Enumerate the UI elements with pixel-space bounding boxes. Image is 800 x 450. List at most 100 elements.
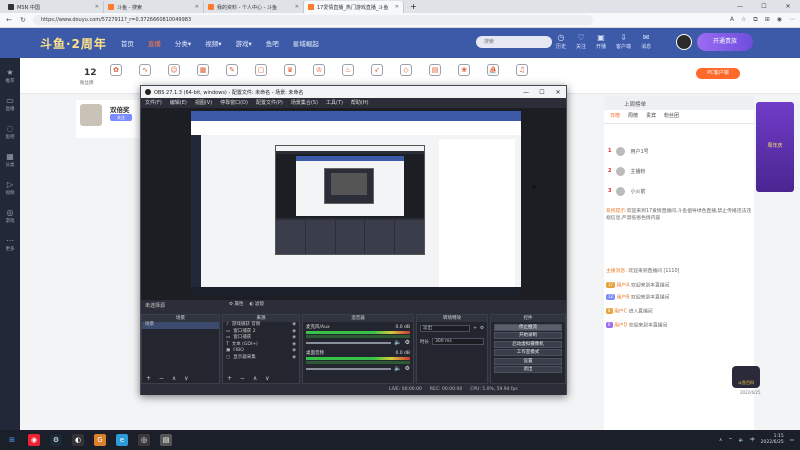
sidebar-item-more[interactable]: ⋯ 更多 — [6, 236, 15, 252]
maximize-button[interactable]: ☐ — [534, 89, 550, 96]
browser-tab[interactable]: MSN 中国 ✕ — [4, 1, 104, 13]
activity-item[interactable]: ◇ — [400, 64, 412, 76]
pc-client-button[interactable]: PC客户端 — [696, 68, 740, 79]
follow-button[interactable]: ♡ 关注 — [576, 33, 586, 50]
menu-help[interactable]: 帮助(H) — [351, 98, 369, 108]
streamer-name[interactable]: 双倍奖 — [110, 104, 130, 114]
url-input[interactable]: https://www.douyu.com/5727911?_r=0.37266… — [33, 15, 593, 25]
promo-banner[interactable]: 周年庆 — [756, 102, 794, 192]
properties-button[interactable]: ⚙ 属性 — [229, 301, 243, 307]
activity-item[interactable]: ♔ — [313, 64, 325, 76]
exit-button[interactable]: 退出 — [494, 366, 562, 373]
menu-view[interactable]: 视图(V) — [195, 98, 212, 108]
source-item[interactable]: ▢ 显示器采集 ◉ — [223, 355, 299, 362]
avatar[interactable] — [676, 34, 692, 50]
notification-icon[interactable]: ▭ — [790, 438, 794, 443]
gear-icon[interactable]: ⚙ — [405, 339, 410, 346]
activity-item[interactable]: ⛵ — [487, 64, 499, 76]
refresh-icon[interactable]: ↻ — [19, 16, 27, 24]
menu-tools[interactable]: 工具(T) — [326, 98, 343, 108]
transition-select[interactable]: 淡出 — [420, 325, 471, 332]
edge-icon[interactable]: e — [116, 434, 128, 446]
tab-fans[interactable]: 粉丝团 — [664, 112, 679, 123]
douyu-logo[interactable]: 斗鱼·2周年 — [40, 35, 107, 52]
speaker-icon[interactable]: 🔈 — [394, 339, 401, 346]
streamer-follow-badge[interactable]: 关注 — [110, 114, 132, 121]
extensions-icon[interactable]: ⊞ — [765, 16, 770, 24]
scene-item[interactable]: 场景 — [142, 322, 219, 329]
menu-docks[interactable]: 停靠窗口(D) — [220, 98, 248, 108]
nav-item[interactable]: 视频▾ — [205, 38, 221, 48]
tab-vip[interactable]: 贵宾 — [646, 112, 656, 123]
menu-edit[interactable]: 编辑(E) — [170, 98, 187, 108]
activity-item[interactable]: ✎ — [226, 64, 238, 76]
activity-item[interactable]: ❀ — [458, 64, 470, 76]
eye-icon[interactable]: ◉ — [292, 355, 296, 362]
streamer-avatar[interactable] — [80, 104, 102, 126]
rank-row[interactable]: 1 用户1号 — [608, 144, 649, 158]
clock[interactable]: 1:15 2022/6/25 — [761, 434, 784, 446]
font-icon[interactable]: A — [730, 16, 734, 24]
steam-icon[interactable]: ⚙ — [50, 434, 62, 446]
tab-day[interactable]: 日榜 — [610, 112, 620, 123]
nav-item[interactable]: 首页 — [121, 38, 134, 48]
gear-icon[interactable]: ⚙ — [405, 365, 410, 372]
duration-input[interactable]: 300 ms — [432, 338, 484, 345]
speaker-icon[interactable]: 🔈 — [394, 365, 401, 372]
activity-item[interactable]: ▦ — [197, 64, 209, 76]
floating-badge[interactable]: 斗鱼百科 — [732, 366, 760, 388]
menu-scene-collection[interactable]: 场景集合(S) — [291, 98, 318, 108]
volume-slider[interactable] — [306, 341, 392, 344]
activity-item[interactable]: ✿ — [110, 64, 122, 76]
search-input[interactable]: 搜索 — [476, 36, 552, 48]
dock-toolbar[interactable]: + − ∧ ∨ — [223, 375, 299, 383]
minimize-button[interactable]: — — [518, 89, 534, 96]
sidebar-item-category[interactable]: ▦ 分类 — [6, 152, 15, 168]
network-icon[interactable]: ⌔ — [728, 437, 732, 443]
app-icon[interactable]: ◐ — [72, 434, 84, 446]
vip-button[interactable]: 开通贵族 — [697, 33, 753, 51]
close-icon[interactable]: ✕ — [95, 4, 99, 10]
nav-item-active[interactable]: 直播 — [148, 38, 161, 48]
sidebar-item-video[interactable]: ▷ 视频 — [6, 180, 15, 196]
file-explorer-icon[interactable]: ▤ — [160, 434, 172, 446]
close-icon[interactable]: ✕ — [195, 4, 199, 10]
add-icon[interactable]: + — [473, 326, 477, 331]
activity-item[interactable]: ♨ — [342, 64, 354, 76]
rank-header[interactable]: 上周榜单 — [604, 96, 754, 110]
client-button[interactable]: ⇩ 客户端 — [616, 33, 631, 50]
sidebar-item-game[interactable]: ◎ 游戏 — [6, 208, 15, 224]
obs-preview[interactable] — [141, 108, 566, 300]
game-icon[interactable]: G — [94, 434, 106, 446]
chevron-up-icon[interactable]: ∧ — [719, 438, 722, 443]
rank-row[interactable]: 2 主播粉 — [608, 164, 646, 178]
volume-icon[interactable]: 🔈 — [739, 438, 745, 443]
profile-icon[interactable]: ◉ — [777, 16, 782, 24]
nav-item[interactable]: 鱼吧 — [266, 38, 279, 48]
sidebar-item-fishbar[interactable]: ◌ 鱼吧 — [6, 124, 15, 140]
activity-item[interactable]: ▢ — [255, 64, 267, 76]
activity-item[interactable]: ▤ — [429, 64, 441, 76]
history-button[interactable]: ◷ 历史 — [556, 33, 566, 50]
menu-icon[interactable]: ⋯ — [789, 16, 795, 24]
browser-tab[interactable]: 我的资料 - 个人中心 - 斗鱼 ✕ — [204, 1, 304, 13]
new-tab-button[interactable]: + — [404, 1, 423, 13]
maximize-button[interactable]: ☐ — [752, 0, 776, 13]
rank-row[interactable]: 3 小火箭 — [608, 184, 646, 198]
activity-item[interactable]: ☺ — [168, 64, 180, 76]
browser-tab[interactable]: 斗鱼 - 搜索 ✕ — [104, 1, 204, 13]
close-icon[interactable]: ✕ — [395, 4, 399, 10]
close-icon[interactable]: ✕ — [295, 4, 299, 10]
activity-item[interactable]: ♫ — [516, 64, 528, 76]
settings-button[interactable]: 设置 — [494, 357, 562, 365]
filters-button[interactable]: ◐ 滤镜 — [249, 301, 263, 307]
sidebar-item-recommend[interactable]: ★ 推荐 — [6, 68, 15, 84]
virtual-camera-button[interactable]: 启动虚拟摄像机 — [494, 340, 562, 348]
nav-item[interactable]: 游戏▾ — [235, 38, 251, 48]
broadcast-button[interactable]: ▣ 开播 — [596, 33, 606, 50]
message-button[interactable]: ✉ 消息 — [641, 33, 651, 50]
nav-item[interactable]: 分类▾ — [175, 38, 191, 48]
browser-tab-active[interactable]: 17爱情直播_热门游戏直播_斗鱼 ✕ — [304, 1, 404, 13]
activity-item[interactable]: ∿ — [139, 64, 151, 76]
activity-item[interactable]: ♛ — [284, 64, 296, 76]
